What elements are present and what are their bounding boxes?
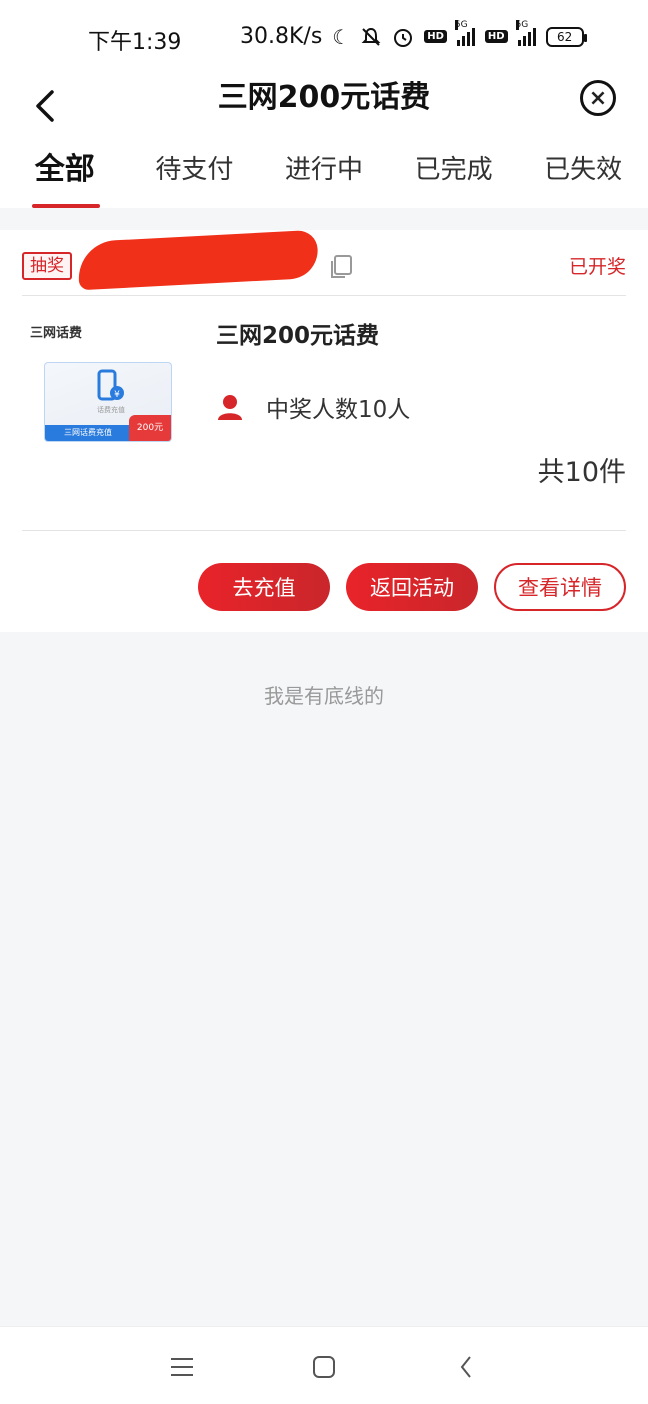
status-icons: 30.8K/s ☾ HD 5G HD 5G 62 <box>240 19 587 49</box>
order-actions: 去充值 返回活动 查看详情 <box>198 563 626 611</box>
view-detail-button[interactable]: 查看详情 <box>494 563 626 611</box>
svg-text:¥: ¥ <box>114 390 120 400</box>
thumb-price: 200元 <box>129 415 171 441</box>
copy-icon[interactable] <box>328 254 354 280</box>
thumb-footer: 三网话费充值 <box>45 425 131 441</box>
page-title: 三网200元话费 <box>217 80 431 115</box>
network-type-2: 5G <box>515 19 529 30</box>
thumb-subtitle: 话费充值 <box>97 406 125 414</box>
product-name: 三网200元话费 <box>216 323 380 349</box>
back-chevron-icon <box>460 1356 471 1378</box>
redaction-mark <box>76 229 320 291</box>
back-to-activity-button[interactable]: 返回活动 <box>346 563 478 611</box>
alarm-icon <box>392 26 414 48</box>
signal-5g-icon-2: 5G <box>515 19 536 46</box>
back-key[interactable] <box>452 1353 480 1381</box>
bell-off-icon <box>360 26 382 48</box>
tab-pending-payment[interactable]: 待支付 <box>130 138 260 208</box>
order-card[interactable]: 抽奖 400 已开奖 三网话费 ¥ 话费充值 三网话费充值 200元 三网200… <box>0 229 648 632</box>
home-key[interactable] <box>310 1353 338 1381</box>
battery-icon: 62 <box>545 26 587 47</box>
battery-level: 62 <box>556 29 573 44</box>
signal-5g-icon: 5G <box>454 19 475 46</box>
status-time: 下午1:39 <box>88 30 182 55</box>
system-nav-bar <box>0 1326 648 1404</box>
order-card-header: 抽奖 400 已开奖 <box>22 229 626 296</box>
order-status: 已开奖 <box>568 256 626 278</box>
nav-bar: 三网200元话费 × <box>0 78 648 138</box>
moon-icon: ☾ <box>332 24 351 49</box>
winner-count: 中奖人数10人 <box>266 397 411 423</box>
close-button[interactable]: × <box>580 80 616 116</box>
product-image[interactable]: 三网话费 ¥ 话费充值 三网话费充值 200元 <box>30 322 178 442</box>
recharge-button[interactable]: 去充值 <box>198 563 330 611</box>
hd-icon-2: HD <box>484 30 508 43</box>
menu-key[interactable] <box>168 1353 196 1381</box>
home-square-icon <box>313 1356 335 1378</box>
status-bar: 下午1:39 30.8K/s ☾ HD 5G HD 5G 62 <box>0 0 648 78</box>
tab-in-progress[interactable]: 进行中 <box>259 138 389 208</box>
net-speed: 30.8K/s <box>240 24 323 49</box>
item-quantity: 共10件 <box>537 457 626 488</box>
divider <box>22 530 626 531</box>
menu-icon <box>171 1358 193 1376</box>
user-icon <box>218 395 242 420</box>
end-of-list-note: 我是有底线的 <box>264 684 384 708</box>
thumb-card: ¥ 话费充值 三网话费充值 200元 <box>44 362 172 442</box>
hd-icon: HD <box>424 30 447 43</box>
order-type-badge: 抽奖 <box>22 252 72 280</box>
winner-count-row: 中奖人数10人 <box>216 390 410 424</box>
thumb-title: 三网话费 <box>30 326 83 341</box>
tab-expired[interactable]: 已失效 <box>518 138 648 208</box>
phone-icon: ¥ <box>97 369 124 401</box>
order-tabs: 全部 待支付 进行中 已完成 已失效 <box>0 138 648 208</box>
network-type: 5G <box>454 19 468 30</box>
tab-completed[interactable]: 已完成 <box>389 138 519 208</box>
tab-all[interactable]: 全部 <box>0 138 130 208</box>
close-icon: × <box>588 85 608 111</box>
